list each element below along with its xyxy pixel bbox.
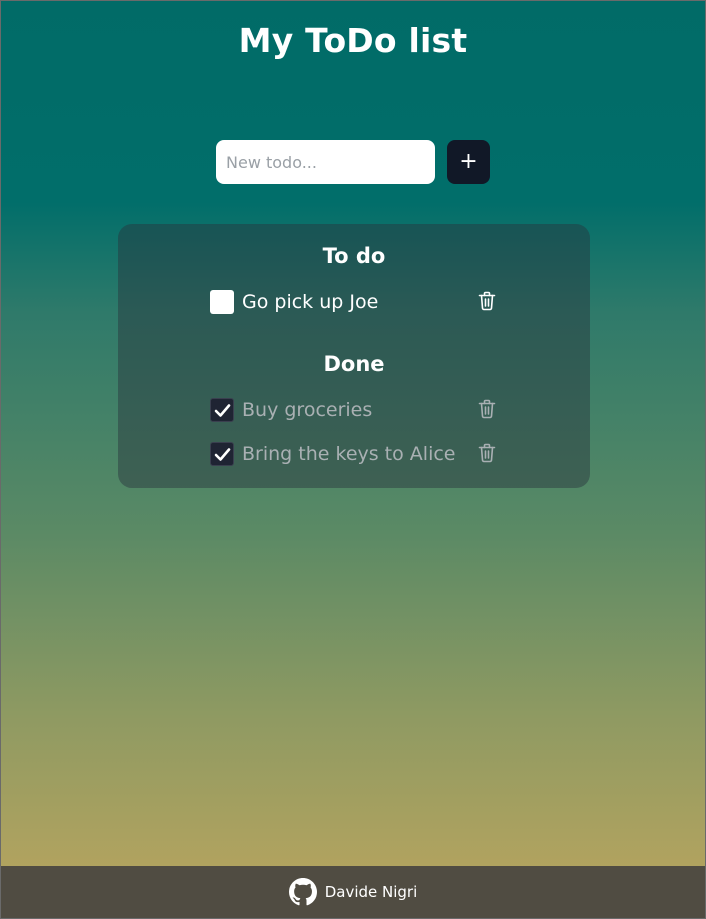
done-section-title: Done [323, 352, 385, 376]
todo-section-title: To do [322, 244, 386, 268]
done-item-label: Buy groceries [242, 399, 373, 421]
github-icon [288, 878, 317, 906]
add-todo-button[interactable]: + [447, 140, 490, 184]
todo-item-label: Go pick up Joe [242, 291, 379, 313]
done-checkbox[interactable] [210, 398, 234, 422]
trash-icon[interactable] [478, 399, 496, 419]
todo-card: To do Go pick up Joe Done Buy groceries [118, 224, 590, 488]
page-title: My ToDo list [238, 21, 468, 60]
trash-icon[interactable] [478, 443, 496, 463]
author-link[interactable]: Davide Nigri [288, 878, 418, 906]
trash-icon[interactable] [478, 291, 496, 311]
check-icon [214, 404, 231, 417]
author-name: Davide Nigri [324, 883, 418, 901]
todo-item: Go pick up Joe [210, 289, 500, 315]
check-icon [214, 448, 231, 461]
done-item: Buy groceries [210, 397, 500, 423]
done-item: Bring the keys to Alice [210, 441, 500, 467]
todo-checkbox[interactable] [210, 290, 234, 314]
footer: Davide Nigri [1, 866, 705, 918]
new-todo-form: + [216, 140, 490, 184]
done-checkbox[interactable] [210, 442, 234, 466]
new-todo-input[interactable] [216, 140, 435, 184]
done-item-label: Bring the keys to Alice [242, 443, 456, 465]
